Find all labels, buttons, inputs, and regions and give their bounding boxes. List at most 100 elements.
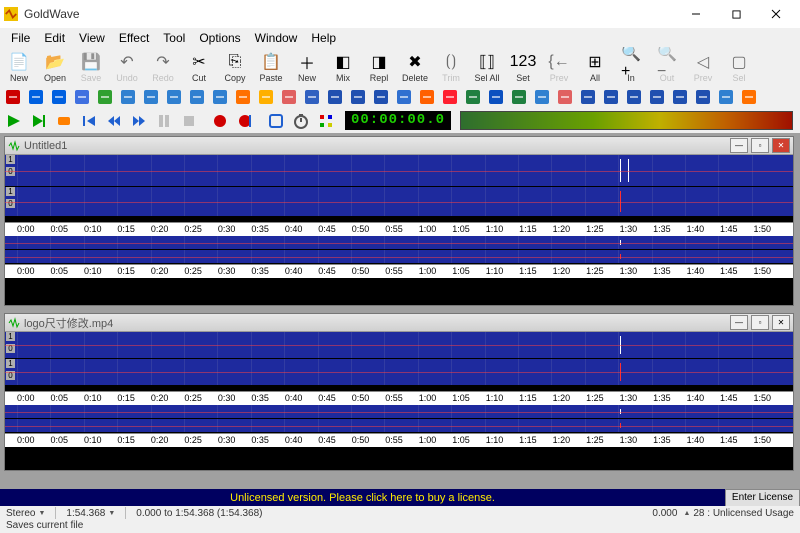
effect-button-25[interactable] [578,87,598,107]
delete-button[interactable]: ✖Delete [398,49,432,85]
dropdown-icon[interactable]: ▲ [683,510,690,517]
effect-button-10[interactable] [233,87,253,107]
new2-button[interactable]: ＋New [290,49,324,85]
record-sel-button[interactable] [234,110,256,132]
effect-button-6[interactable] [141,87,161,107]
menu-options[interactable]: Options [192,29,247,47]
play-sel-button[interactable] [28,110,50,132]
effect-button-16[interactable] [371,87,391,107]
delete-icon: ✖ [405,52,425,72]
effect-button-9[interactable] [210,87,230,107]
effect-button-18[interactable] [417,87,437,107]
copy-button[interactable]: ⎘Copy [218,49,252,85]
child-maximize[interactable]: ▫ [751,138,769,153]
waveform-main[interactable]: 10 10 [5,155,793,217]
toolbar-label: Undo [116,73,138,83]
child-minimize[interactable]: — [730,315,748,330]
pause-button[interactable] [153,110,175,132]
effect-button-4[interactable] [95,87,115,107]
open-button[interactable]: 📂Open [38,49,72,85]
forward-button[interactable] [128,110,150,132]
prev-mark-button[interactable] [78,110,100,132]
menu-edit[interactable]: Edit [37,29,72,47]
cut-button[interactable]: ✂Cut [182,49,216,85]
overview-ruler[interactable]: 0:000:050:100:150:200:250:300:350:400:45… [5,264,793,278]
time-tick: 0:05 [50,266,68,276]
rewind-button[interactable] [103,110,125,132]
effect-button-26[interactable] [601,87,621,107]
effect-button-23[interactable] [532,87,552,107]
effect-button-0[interactable] [3,87,23,107]
effect-button-15[interactable] [348,87,368,107]
waveform-overview[interactable] [5,236,793,264]
effect-button-14[interactable] [325,87,345,107]
close-button[interactable] [756,2,796,26]
menu-file[interactable]: File [4,29,37,47]
toolbar-label: Paste [259,73,282,83]
effect-button-22[interactable] [509,87,529,107]
effect-button-11[interactable] [256,87,276,107]
time-tick: 0:55 [385,266,403,276]
effect-button-29[interactable] [670,87,690,107]
effect-button-7[interactable] [164,87,184,107]
menu-tool[interactable]: Tool [156,29,192,47]
effect-button-19[interactable] [440,87,460,107]
menu-help[interactable]: Help [304,29,343,47]
effect-button-8[interactable] [187,87,207,107]
menu-effect[interactable]: Effect [112,29,156,47]
dropdown-icon[interactable]: ▼ [108,510,115,517]
in-button[interactable]: 🔍+In [614,49,648,85]
child-close[interactable]: ✕ [772,315,790,330]
overview-ruler[interactable]: 0:000:050:100:150:200:250:300:350:400:45… [5,433,793,447]
effect-button-31[interactable] [716,87,736,107]
effect-button-24[interactable] [555,87,575,107]
effect-button-27[interactable] [624,87,644,107]
new-button[interactable]: 📄New [2,49,36,85]
repl-button[interactable]: ◨Repl [362,49,396,85]
minimize-button[interactable] [676,2,716,26]
loop-button[interactable] [265,110,287,132]
effect-button-30[interactable] [693,87,713,107]
maximize-button[interactable] [716,2,756,26]
time-ruler[interactable]: 0:000:050:100:150:200:250:300:350:400:45… [5,222,793,236]
time-ruler[interactable]: 0:000:050:100:150:200:250:300:350:400:45… [5,391,793,405]
audio-window-title[interactable]: Untitled1 — ▫ ✕ [5,137,793,155]
timer-button[interactable] [290,110,312,132]
effect-button-3[interactable] [72,87,92,107]
effect-button-2[interactable] [49,87,69,107]
effect-button-20[interactable] [463,87,483,107]
record-button[interactable] [209,110,231,132]
effect-button-17[interactable] [394,87,414,107]
time-tick: 0:40 [285,393,303,403]
effect-button-32[interactable] [739,87,759,107]
license-message[interactable]: Unlicensed version. Please click here to… [0,492,725,504]
effect-button-5[interactable] [118,87,138,107]
paste-button[interactable]: 📋Paste [254,49,288,85]
effect-button-12[interactable] [279,87,299,107]
enter-license-button[interactable]: Enter License [725,489,800,507]
set-button[interactable]: 123Set [506,49,540,85]
menu-view[interactable]: View [72,29,112,47]
menu-window[interactable]: Window [248,29,305,47]
effect-button-28[interactable] [647,87,667,107]
prev2-icon: ◁ [693,52,713,72]
time-tick: 1:35 [653,435,671,445]
selall-button[interactable]: ⟦⟧Sel All [470,49,504,85]
waveform-overview[interactable] [5,405,793,433]
effect-button-21[interactable] [486,87,506,107]
effect-button-1[interactable] [26,87,46,107]
waveform-main[interactable]: 10 10 [5,332,793,386]
dropdown-icon[interactable]: ▼ [38,510,45,517]
effect-button-13[interactable] [302,87,322,107]
stop-button[interactable] [178,110,200,132]
config-button[interactable] [315,110,337,132]
child-maximize[interactable]: ▫ [751,315,769,330]
audio-window-title[interactable]: logo尺寸修改.mp4 — ▫ ✕ [5,314,793,332]
play-end-button[interactable] [53,110,75,132]
play-button[interactable] [3,110,25,132]
mix-button[interactable]: ◧Mix [326,49,360,85]
child-close[interactable]: ✕ [772,138,790,153]
child-minimize[interactable]: — [730,138,748,153]
all-button[interactable]: ⊞All [578,49,612,85]
app-title: GoldWave [24,7,676,21]
